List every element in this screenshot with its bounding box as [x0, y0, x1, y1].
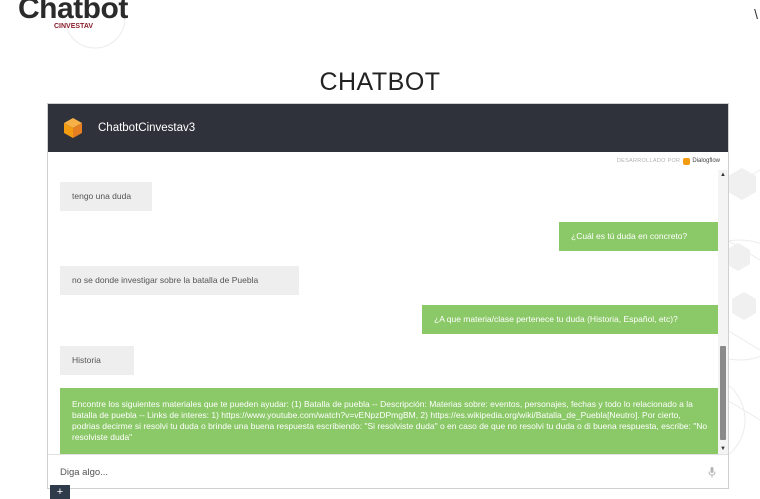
message-list: tengo una duda ¿Cuál es tú duda en concr… — [48, 170, 718, 454]
bot-message: Encontre los siguientes materiales que t… — [60, 388, 718, 454]
user-message: no se donde investigar sobre la batalla … — [60, 266, 299, 295]
scroll-up-arrow-icon[interactable]: ▲ — [718, 170, 728, 180]
powered-by-label: DESARROLLADO POR — [616, 158, 681, 164]
powered-by: DESARROLLADO POR Dialogflow — [48, 152, 728, 170]
user-message: Historia — [60, 346, 134, 375]
chat-header: ChatbotCinvestav3 — [48, 104, 728, 152]
dialogflow-badge[interactable]: Dialogflow — [683, 157, 720, 165]
orange-cube-icon — [64, 118, 82, 138]
scroll-down-arrow-icon[interactable]: ▼ — [718, 444, 728, 454]
scrollbar-thumb[interactable] — [720, 346, 726, 440]
dialogflow-label: Dialogflow — [692, 158, 720, 164]
microphone-icon[interactable] — [702, 462, 722, 482]
bot-message: ¿A que materia/clase pertenece tu duda (… — [422, 305, 718, 334]
corner-glyph: \ — [754, 6, 758, 22]
message-input[interactable] — [48, 465, 702, 479]
message-scrollbar[interactable]: ▲ ▼ — [718, 170, 728, 454]
site-logo[interactable]: Chatbot CINVESTAV — [18, 0, 128, 30]
chat-window: ChatbotCinvestav3 DESARROLLADO POR Dialo… — [47, 103, 729, 489]
bot-name: ChatbotCinvestav3 — [98, 122, 196, 134]
logo-wordmark: Chatbot — [18, 0, 128, 25]
bot-message: ¿Cuál es tú duda en concreto? — [559, 222, 718, 251]
plus-icon[interactable]: + — [50, 485, 70, 499]
page-title: CHATBOT — [319, 68, 441, 96]
user-message: tengo una duda — [60, 182, 152, 211]
dialogflow-icon — [683, 157, 691, 165]
message-input-bar — [48, 454, 728, 488]
